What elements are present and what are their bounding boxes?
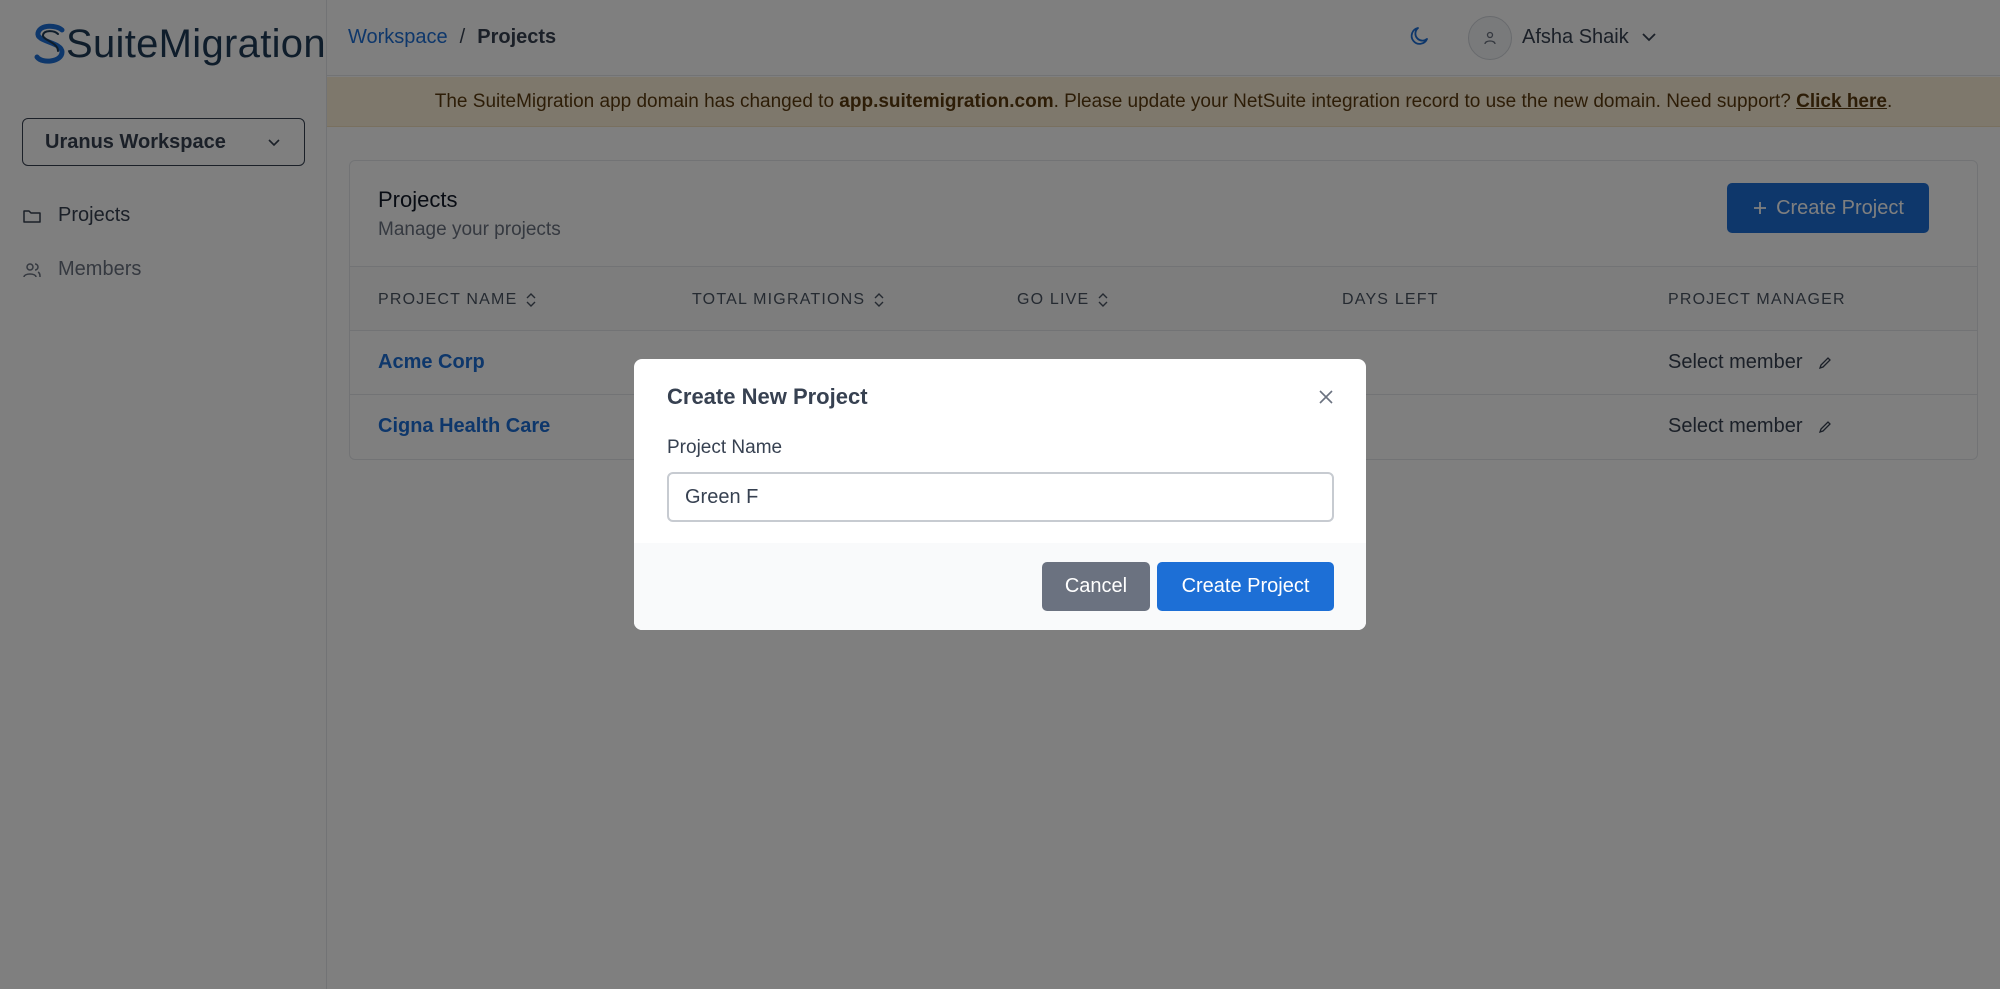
modal-title: Create New Project (667, 384, 868, 409)
create-project-modal: Create New Project Project Name Cancel C… (634, 359, 1366, 630)
project-name-input[interactable] (667, 472, 1334, 522)
modal-footer: Cancel Create Project (634, 543, 1366, 630)
create-project-submit-button[interactable]: Create Project (1157, 562, 1334, 611)
close-icon[interactable] (1317, 388, 1335, 406)
project-name-label: Project Name (667, 437, 783, 458)
cancel-button[interactable]: Cancel (1042, 562, 1150, 611)
